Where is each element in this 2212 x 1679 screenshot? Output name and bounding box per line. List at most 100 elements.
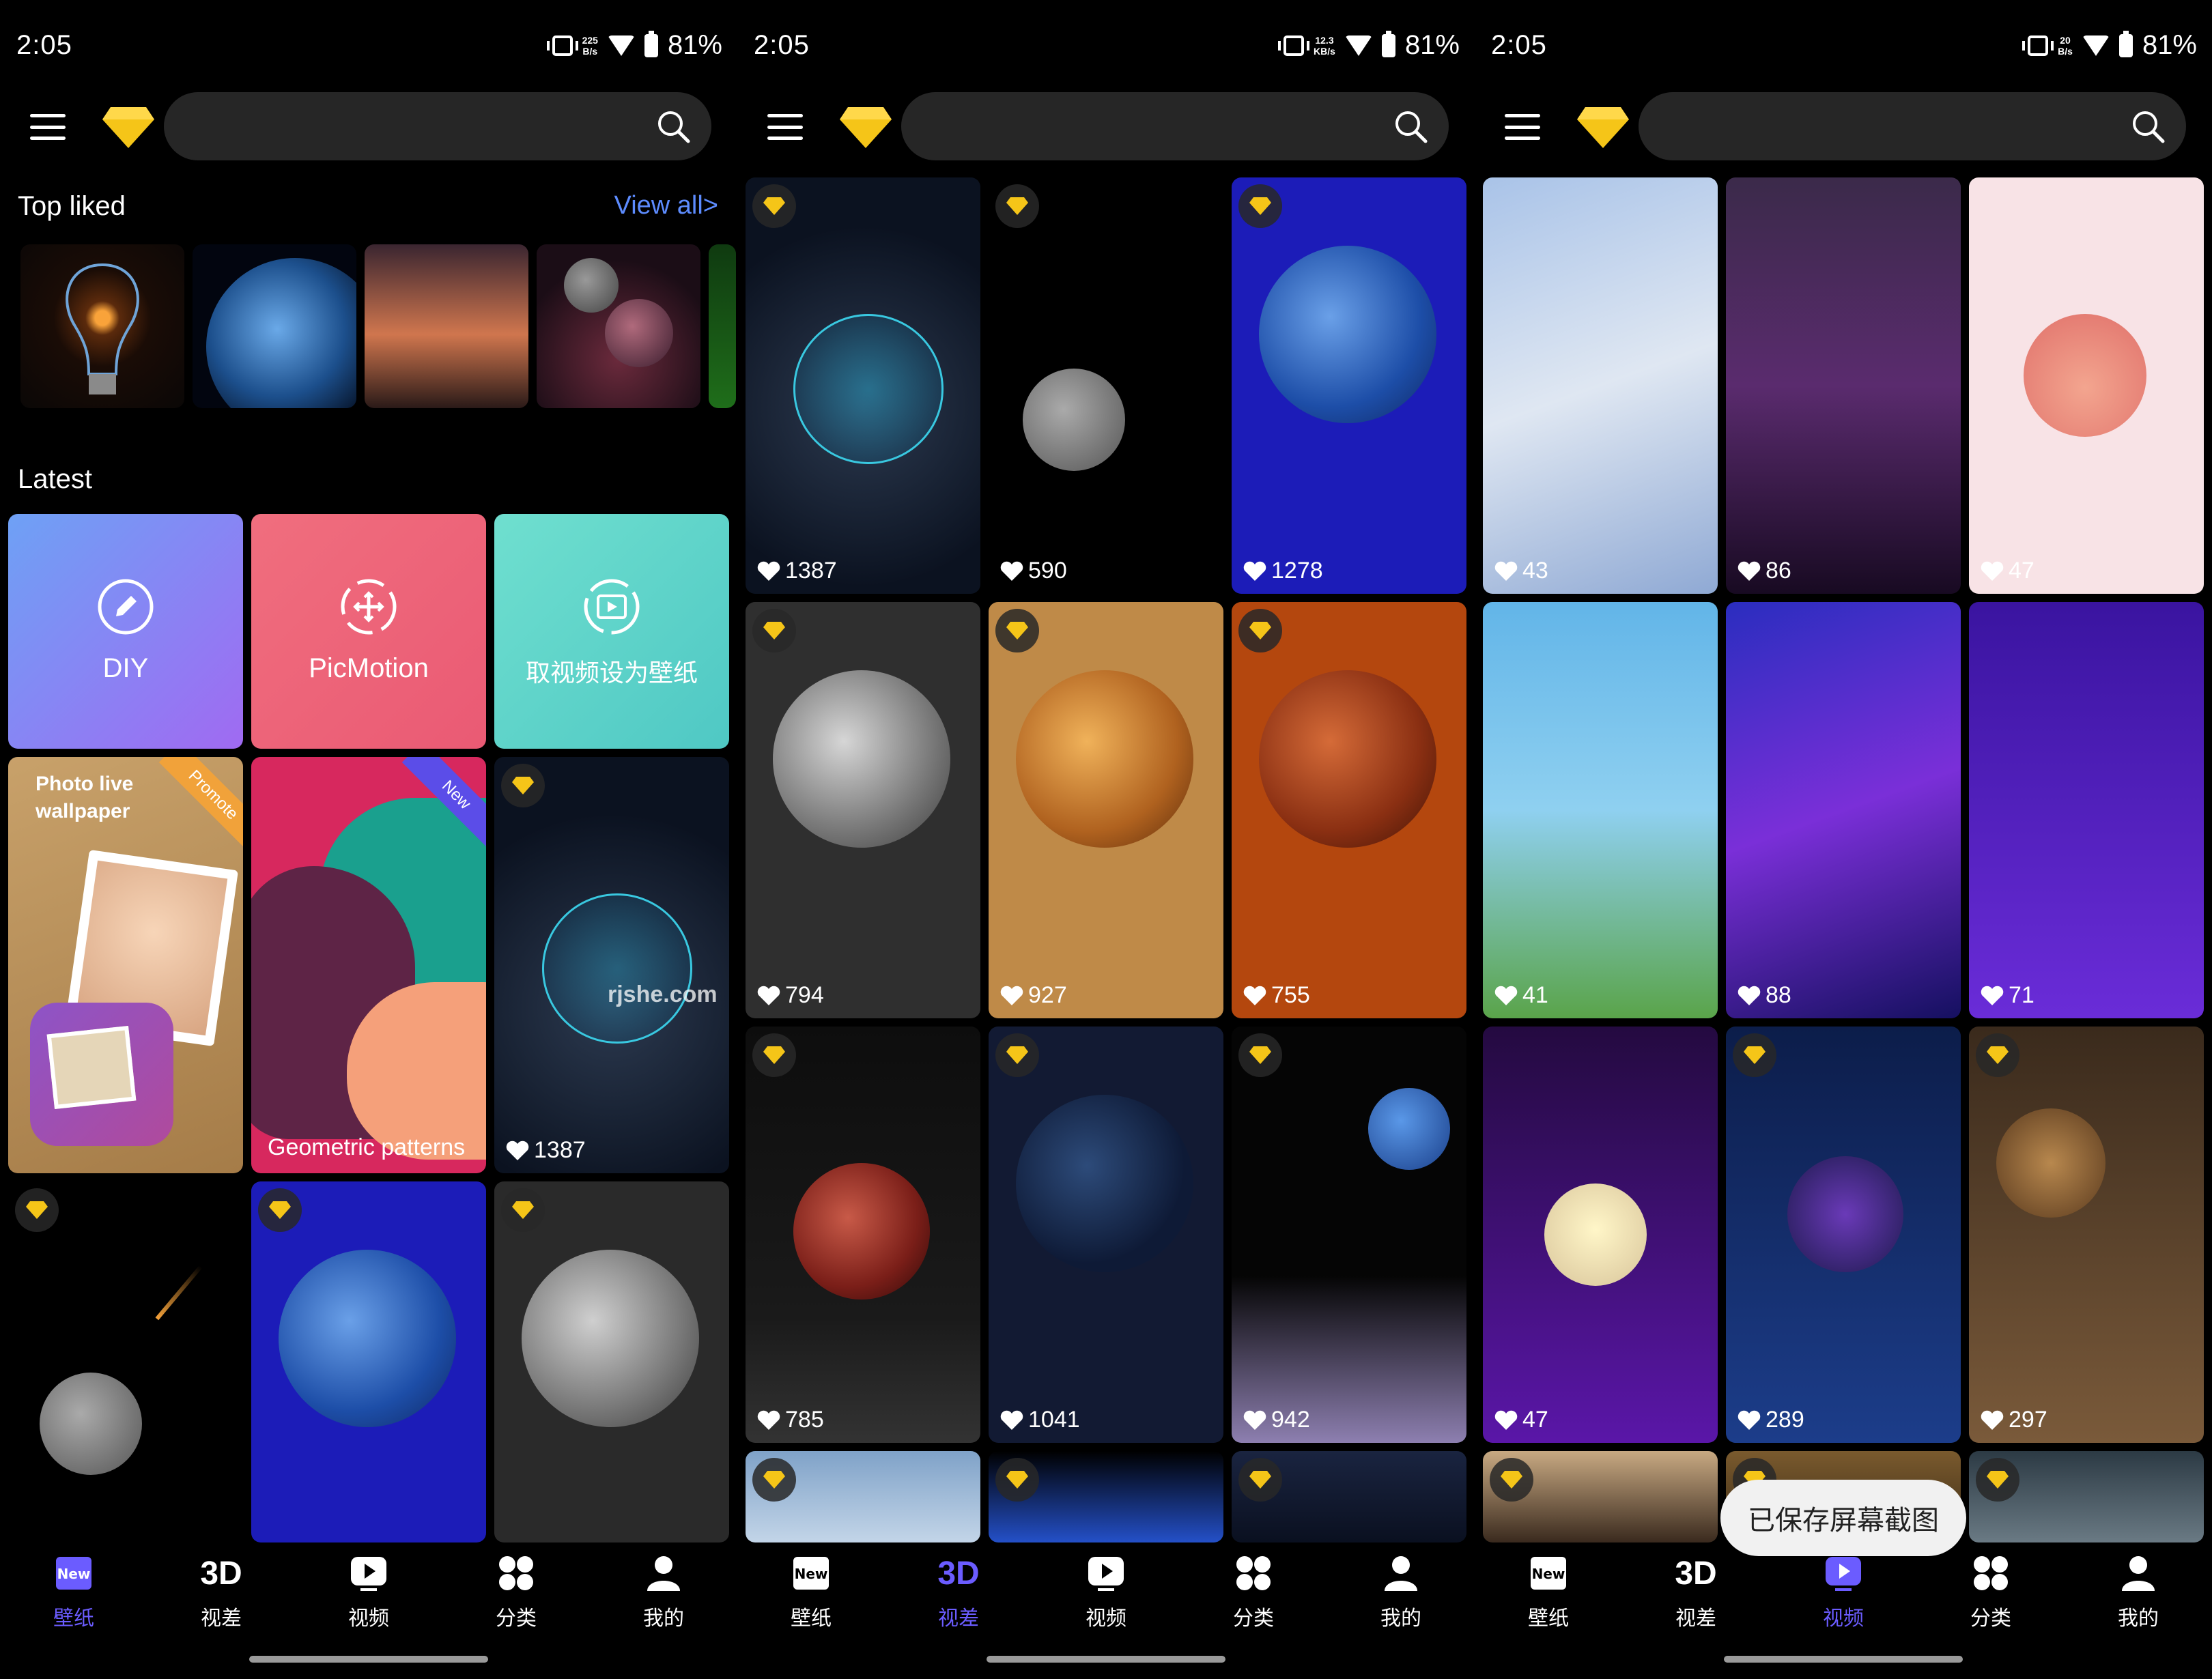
video-wallpaper-circuit-heart[interactable]: 289 — [1726, 1027, 1961, 1443]
network-speed: 12.3 KB/s — [1314, 34, 1335, 57]
wallpaper-tile-partial[interactable] — [989, 1451, 1223, 1542]
nav-parallax[interactable]: 3D 视差 — [1622, 1549, 1770, 1631]
parallax-wallpaper-moon-grey[interactable]: 794 — [746, 602, 980, 1018]
video-wallpaper-steampunk-gears[interactable]: 297 — [1969, 1027, 2204, 1443]
geometric-patterns-tile[interactable]: New Geometric patterns — [251, 757, 486, 1173]
app-icon-photos — [30, 1003, 173, 1146]
menu-icon[interactable] — [1505, 114, 1540, 140]
nav-video[interactable]: 视频 — [1032, 1549, 1180, 1631]
menu-icon[interactable] — [30, 114, 66, 140]
nav-video[interactable]: 视频 — [1770, 1549, 1917, 1631]
heart-icon — [506, 1140, 529, 1160]
like-count: 41 — [1494, 982, 1548, 1009]
wallpaper-tile-partial[interactable] — [1232, 1451, 1466, 1542]
latest-wallpaper-blue-planet[interactable] — [251, 1181, 486, 1542]
nav-categories[interactable]: 分类 — [442, 1549, 590, 1631]
parallax-wallpaper-neptune[interactable]: 1278 — [1232, 177, 1466, 594]
video-wallpaper-ramen[interactable]: 47 — [1969, 177, 2204, 594]
like-count: 88 — [1737, 982, 1791, 1009]
like-count: 1387 — [756, 558, 837, 584]
top-liked-thumb-moons[interactable] — [537, 244, 700, 408]
latest-wallpaper-moon-comet[interactable] — [8, 1181, 243, 1542]
new-wallpaper-icon: New — [787, 1549, 835, 1597]
video-wallpaper-pixel-forest[interactable]: 41 — [1483, 602, 1718, 1018]
like-count: 942 — [1243, 1407, 1310, 1433]
categories-icon — [492, 1549, 540, 1597]
top-bar — [737, 92, 1475, 160]
planet-art — [1544, 1183, 1647, 1286]
nav-profile[interactable]: 我的 — [1327, 1549, 1475, 1631]
nav-categories[interactable]: 分类 — [1917, 1549, 2065, 1631]
top-liked-thumb-floating-island[interactable] — [365, 244, 528, 408]
screenshot-saved-toast: 已保存屏幕截图 — [1720, 1480, 1966, 1556]
categories-icon — [1230, 1549, 1277, 1597]
latest-title: Latest — [18, 464, 92, 494]
search-icon[interactable] — [1393, 109, 1428, 144]
video-wallpaper-purple-creature[interactable]: 71 — [1969, 602, 2204, 1018]
vip-badge — [501, 764, 545, 807]
video-wallpaper-neon-city[interactable]: 88 — [1726, 602, 1961, 1018]
planet-art — [1259, 670, 1436, 848]
home-indicator[interactable] — [249, 1656, 488, 1663]
top-liked-thumb-earth[interactable] — [193, 244, 356, 408]
search-bar[interactable] — [164, 92, 711, 160]
nav-profile[interactable]: 我的 — [2065, 1549, 2212, 1631]
planet-art — [1368, 1088, 1450, 1170]
nav-profile[interactable]: 我的 — [590, 1549, 737, 1631]
home-indicator[interactable] — [1724, 1656, 1963, 1663]
latest-wallpaper-wireframe-planet[interactable]: 1387 — [494, 757, 729, 1173]
planet-art — [1259, 246, 1436, 423]
nav-categories[interactable]: 分类 — [1180, 1549, 1327, 1631]
nav-wallpaper[interactable]: New 壁纸 — [1475, 1549, 1622, 1631]
parallax-wallpaper-astronaut-moon[interactable]: 942 — [1232, 1027, 1466, 1443]
wallpaper-tile-partial[interactable] — [1483, 1451, 1718, 1542]
wallpaper-tile-partial[interactable] — [1969, 1451, 2204, 1542]
parallax-wallpaper-mars[interactable]: 755 — [1232, 602, 1466, 1018]
video-wallpaper-silk-waves[interactable]: 43 — [1483, 177, 1718, 594]
parallax-wallpaper-wireframe-planet[interactable]: 1387 — [746, 177, 980, 594]
vip-badge — [995, 1458, 1039, 1502]
video-wallpaper-tile[interactable]: 取视频设为壁纸 — [494, 514, 729, 749]
home-indicator[interactable] — [987, 1656, 1225, 1663]
top-liked-thumb-partial[interactable] — [709, 244, 736, 408]
menu-icon[interactable] — [767, 114, 803, 140]
heart-icon — [1000, 1410, 1023, 1430]
vip-badge — [1490, 1458, 1533, 1502]
vip-badge — [1238, 1458, 1282, 1502]
search-icon[interactable] — [2130, 109, 2166, 144]
nav-parallax[interactable]: 3D 视差 — [147, 1549, 295, 1631]
search-bar[interactable] — [1639, 92, 2186, 160]
search-icon[interactable] — [655, 109, 691, 144]
parallax-wallpaper-moon-comet[interactable]: 590 — [989, 177, 1223, 594]
video-wallpaper-skull-bones[interactable]: 47 — [1483, 1027, 1718, 1443]
heart-icon — [1000, 561, 1023, 581]
wallpaper-tile-partial[interactable] — [746, 1451, 980, 1542]
latest-wallpaper-moon[interactable] — [494, 1181, 729, 1542]
diy-label: DIY — [102, 653, 149, 683]
diy-tile[interactable]: DIY — [8, 514, 243, 749]
nav-video[interactable]: 视频 — [295, 1549, 442, 1631]
gem-icon — [269, 1201, 291, 1219]
video-wallpaper-purple-deer[interactable]: 86 — [1726, 177, 1961, 594]
profile-icon — [1377, 1549, 1425, 1597]
like-count: 289 — [1737, 1407, 1804, 1433]
parallax-wallpaper-blood-moon[interactable]: 785 — [746, 1027, 980, 1443]
vip-gem-icon[interactable] — [1577, 107, 1629, 148]
nav-parallax[interactable]: 3D 视差 — [885, 1549, 1032, 1631]
like-count: 297 — [1980, 1407, 2047, 1433]
pencil-icon — [98, 579, 154, 635]
photo-live-wallpaper-tile[interactable]: Photo live wallpaper Promote — [8, 757, 243, 1173]
vip-badge — [995, 1033, 1039, 1077]
picmotion-tile[interactable]: PicMotion — [251, 514, 486, 749]
vip-gem-icon[interactable] — [840, 107, 892, 148]
vip-gem-icon[interactable] — [102, 107, 154, 148]
top-liked-thumb-bulb[interactable] — [20, 244, 184, 408]
parallax-wallpaper-earth-night[interactable]: 1041 — [989, 1027, 1223, 1443]
parallax-wallpaper-venus[interactable]: 927 — [989, 602, 1223, 1018]
heart-icon — [1243, 986, 1266, 1005]
search-bar[interactable] — [901, 92, 1449, 160]
nav-wallpaper[interactable]: New 壁纸 — [0, 1549, 147, 1631]
nav-wallpaper[interactable]: New 壁纸 — [737, 1549, 885, 1631]
view-all-link[interactable]: View all> — [614, 191, 718, 220]
battery-icon — [1381, 30, 1395, 57]
